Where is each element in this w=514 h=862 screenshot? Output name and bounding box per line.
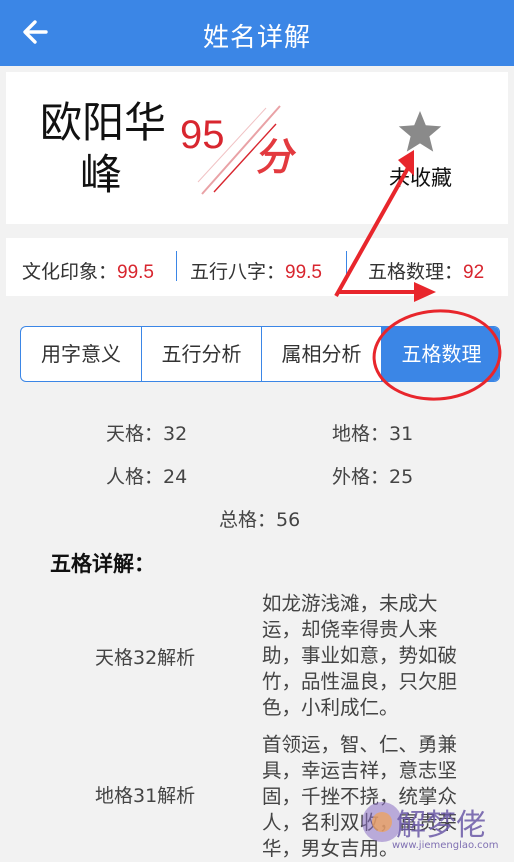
score-value: 95 bbox=[180, 113, 225, 157]
page-title: 姓名详解 bbox=[202, 23, 311, 53]
detail-label: 地格31解析 bbox=[95, 785, 196, 807]
star-icon[interactable] bbox=[396, 108, 444, 156]
rating-label: 五格数理： bbox=[368, 261, 464, 283]
detail-line: 如龙游浅滩，未成大 bbox=[262, 592, 438, 615]
rating-label: 文化印象： bbox=[22, 261, 118, 283]
watermark-text: 解梦佬 bbox=[396, 808, 486, 843]
tab-zodiac-analysis[interactable]: 属相分析 bbox=[261, 327, 381, 381]
detail-text: 如龙游浅滩，未成大 运，却侥幸得贵人来 助，事业如意，势如破 竹，品性温良，只欠… bbox=[262, 591, 474, 721]
tab-bar: 用字意义 五行分析 属相分析 五格数理 bbox=[20, 326, 500, 382]
name-line-1: 欧阳华 bbox=[40, 98, 167, 147]
detail-line: 运，却侥幸得贵人来 bbox=[262, 618, 438, 641]
rating-wuxing: 五行八字：99.5 bbox=[190, 257, 322, 284]
watermark-url: www.jiemenglao.com bbox=[392, 840, 499, 851]
tab-wuxing-analysis[interactable]: 五行分析 bbox=[141, 327, 261, 381]
detail-line: 竹，品性温良，只欠胆 bbox=[262, 670, 458, 693]
tab-wuge-numerology[interactable]: 五格数理 bbox=[381, 327, 499, 381]
details-title: 五格详解： bbox=[50, 552, 155, 576]
detail-line: 首领运，智、仁、勇兼 bbox=[262, 733, 458, 756]
ren-ge: 人格：24 bbox=[106, 466, 188, 488]
score-unit: 分 bbox=[254, 135, 300, 179]
detail-label: 天格32解析 bbox=[95, 647, 196, 669]
detail-line: 具，幸运吉祥，意志坚 bbox=[262, 759, 458, 782]
rating-value: 99.5 bbox=[117, 262, 154, 283]
tian-ge: 天格：32 bbox=[106, 423, 188, 445]
name-line-2: 峰 bbox=[80, 150, 123, 199]
rating-label: 五行八字： bbox=[190, 261, 286, 283]
detail-line: 助，事业如意，势如破 bbox=[262, 644, 458, 667]
divider bbox=[346, 251, 347, 281]
zong-ge: 总格：56 bbox=[219, 509, 301, 531]
wai-ge: 外格：25 bbox=[332, 466, 414, 488]
di-ge: 地格：31 bbox=[332, 423, 414, 445]
detail-line: 色，小利成仁。 bbox=[262, 696, 399, 719]
rating-value: 99.5 bbox=[285, 262, 322, 283]
tab-character-meaning[interactable]: 用字意义 bbox=[21, 327, 141, 381]
rating-value: 92 bbox=[463, 262, 485, 283]
divider bbox=[176, 251, 177, 281]
rating-bar: 文化印象：99.5 五行八字：99.5 五格数理：92 bbox=[6, 238, 508, 296]
top-bar: 姓名详解 bbox=[0, 0, 514, 66]
rating-wuge: 五格数理：92 bbox=[368, 257, 484, 284]
rating-culture: 文化印象：99.5 bbox=[22, 257, 154, 284]
favorite-label[interactable]: 未收藏 bbox=[389, 162, 452, 192]
